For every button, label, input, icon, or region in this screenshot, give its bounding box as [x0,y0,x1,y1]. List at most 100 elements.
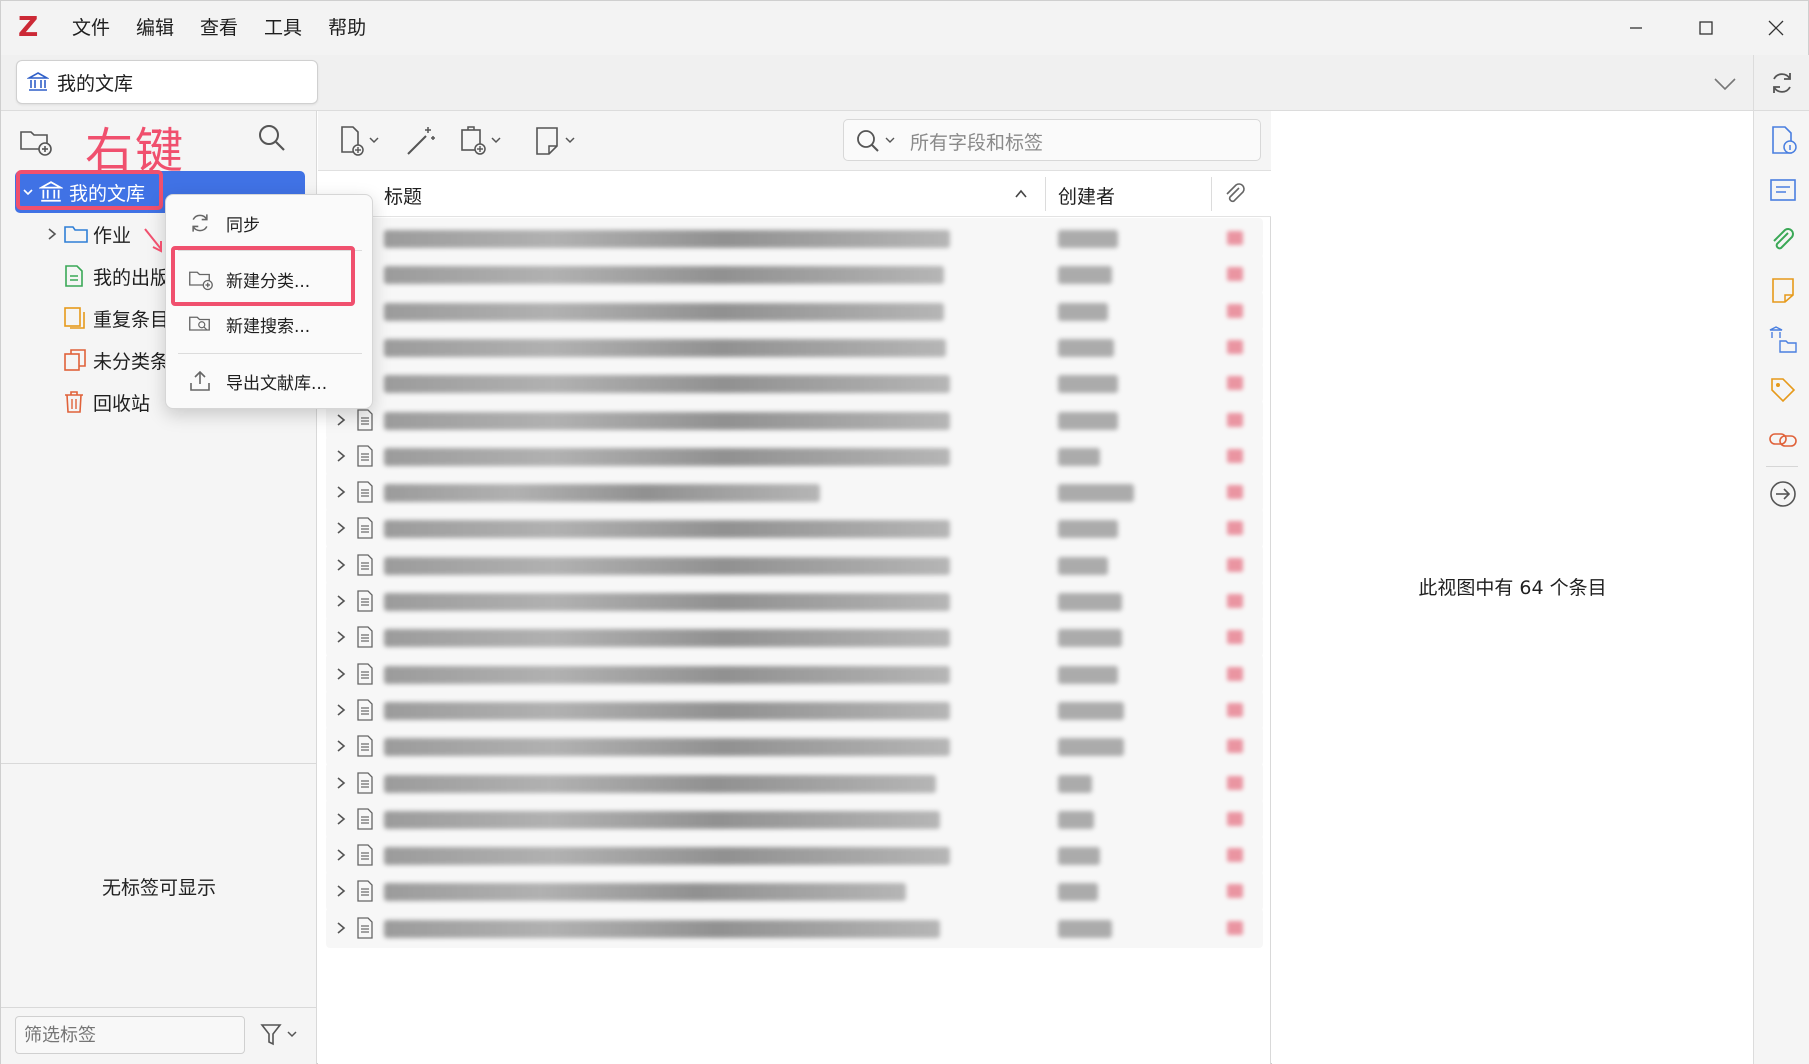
attachment-add-icon [461,126,501,155]
chevron-right-icon[interactable] [43,225,61,243]
menu-help[interactable]: 帮助 [315,1,379,55]
chevron-right-icon[interactable] [334,920,348,936]
pdf-attachment-icon[interactable] [1227,448,1243,463]
paperclip-icon [1226,183,1245,203]
search-mode-icon[interactable] [856,129,902,158]
pdf-attachment-icon[interactable] [1227,339,1243,354]
chevron-right-icon[interactable] [334,412,348,428]
column-attachments[interactable] [1222,181,1248,212]
add-attachment-button[interactable] [458,123,508,159]
menu-separator [178,250,362,251]
collection-label: 我的出版 [93,267,170,289]
sidenav-libraries-collections-button[interactable] [1768,325,1798,355]
pdf-attachment-icon[interactable] [1227,267,1243,282]
chevron-right-icon[interactable] [334,593,348,609]
tab-my-library[interactable]: 我的文库 [16,60,318,104]
pdf-attachment-icon[interactable] [1227,811,1243,826]
sidenav-related-button[interactable] [1768,425,1798,455]
chevron-right-icon[interactable] [334,629,348,645]
menu-view[interactable]: 查看 [187,1,251,55]
menu-edit[interactable]: 编辑 [123,1,187,55]
column-resizer[interactable] [1045,177,1046,211]
pdf-attachment-icon[interactable] [1227,739,1243,754]
sync-icon [188,211,212,235]
chevron-down-icon[interactable] [19,183,37,201]
tabs-menu-button[interactable] [1711,69,1739,97]
pdf-attachment-icon[interactable] [1227,412,1243,427]
pdf-attachment-icon[interactable] [1227,376,1243,391]
title-bar: Z 文件 编辑 查看 工具 帮助 [1,1,1808,55]
chevron-right-icon[interactable] [334,775,348,791]
document-icon [357,917,373,939]
pdf-attachment-icon[interactable] [1227,666,1243,681]
pdf-attachment-icon[interactable] [1227,557,1243,572]
context-menu-export-library[interactable]: 导出文献库... [166,359,374,403]
new-item-button[interactable] [338,123,384,159]
pdf-attachment-icon[interactable] [1227,775,1243,790]
chevron-right-icon[interactable] [334,883,348,899]
column-resizer[interactable] [1211,177,1212,211]
chevron-right-icon[interactable] [334,448,348,464]
new-collection-button[interactable] [19,125,55,159]
pdf-attachment-icon[interactable] [1227,702,1243,717]
chevron-right-icon[interactable] [334,484,348,500]
document-icon [357,626,373,648]
context-menu-sync[interactable]: 同步 [166,201,374,245]
item-title-blurred [384,302,944,321]
item-creator-blurred [1058,302,1108,321]
chevron-right-icon[interactable] [334,811,348,827]
collection-label: 我的文库 [69,183,146,205]
sidenav-abstract-button[interactable] [1768,175,1798,205]
pdf-attachment-icon[interactable] [1227,848,1243,863]
new-item-icon [341,126,379,156]
pdf-attachment-icon[interactable] [1227,485,1243,500]
menu-tools[interactable]: 工具 [251,1,315,55]
chevron-right-icon[interactable] [334,847,348,863]
maximize-button[interactable] [1671,1,1741,55]
pdf-attachment-icon[interactable] [1227,884,1243,899]
pdf-attachment-icon[interactable] [1227,594,1243,608]
pdf-attachment-icon[interactable] [1227,920,1243,935]
context-menu-label: 同步 [226,215,260,236]
item-title-blurred [384,629,950,648]
search-icon [259,125,285,151]
column-title[interactable]: 标题 [384,182,422,209]
pdf-attachment-icon[interactable] [1227,521,1243,536]
sync-button[interactable] [1753,55,1809,111]
add-by-identifier-button[interactable] [404,123,438,159]
document-icon [357,735,373,757]
column-creator[interactable]: 创建者 [1058,182,1115,209]
chevron-right-icon[interactable] [334,738,348,754]
pane-divider[interactable] [1,763,317,764]
table-row[interactable] [318,907,1271,949]
context-menu-new-collection[interactable]: 新建分类... [166,257,374,301]
document-icon [357,771,373,794]
pdf-attachment-icon[interactable] [1227,303,1243,318]
chevron-right-icon[interactable] [334,666,348,682]
tag-filter-input[interactable] [15,1016,245,1054]
sidenav-notes-button[interactable] [1768,275,1798,305]
minimize-button[interactable] [1601,1,1671,55]
close-icon [1768,20,1784,36]
tag-actions-button[interactable] [255,1018,305,1052]
new-note-button[interactable] [534,123,582,159]
pdf-attachment-icon[interactable] [1227,231,1243,245]
close-button[interactable] [1741,1,1809,55]
menu-file[interactable]: 文件 [59,1,123,55]
sidenav-locate-button[interactable] [1768,479,1798,509]
chevron-right-icon[interactable] [334,557,348,573]
sidenav-info-button[interactable] [1768,125,1798,155]
sidenav-tags-button[interactable] [1768,375,1798,405]
chevron-right-icon[interactable] [334,520,348,536]
library-icon [37,180,65,204]
item-creator-blurred [1058,665,1118,684]
item-title-blurred [384,230,950,248]
chevron-right-icon[interactable] [334,702,348,718]
search-collections-button[interactable] [257,123,291,157]
menu-separator [178,353,362,354]
pdf-attachment-icon[interactable] [1227,630,1243,645]
context-menu-new-saved-search[interactable]: 新建搜索... [166,302,374,346]
sidenav-attachments-button[interactable] [1768,225,1798,255]
item-creator-blurred [1058,738,1124,757]
quick-search[interactable]: 所有字段和标签 [843,119,1261,161]
